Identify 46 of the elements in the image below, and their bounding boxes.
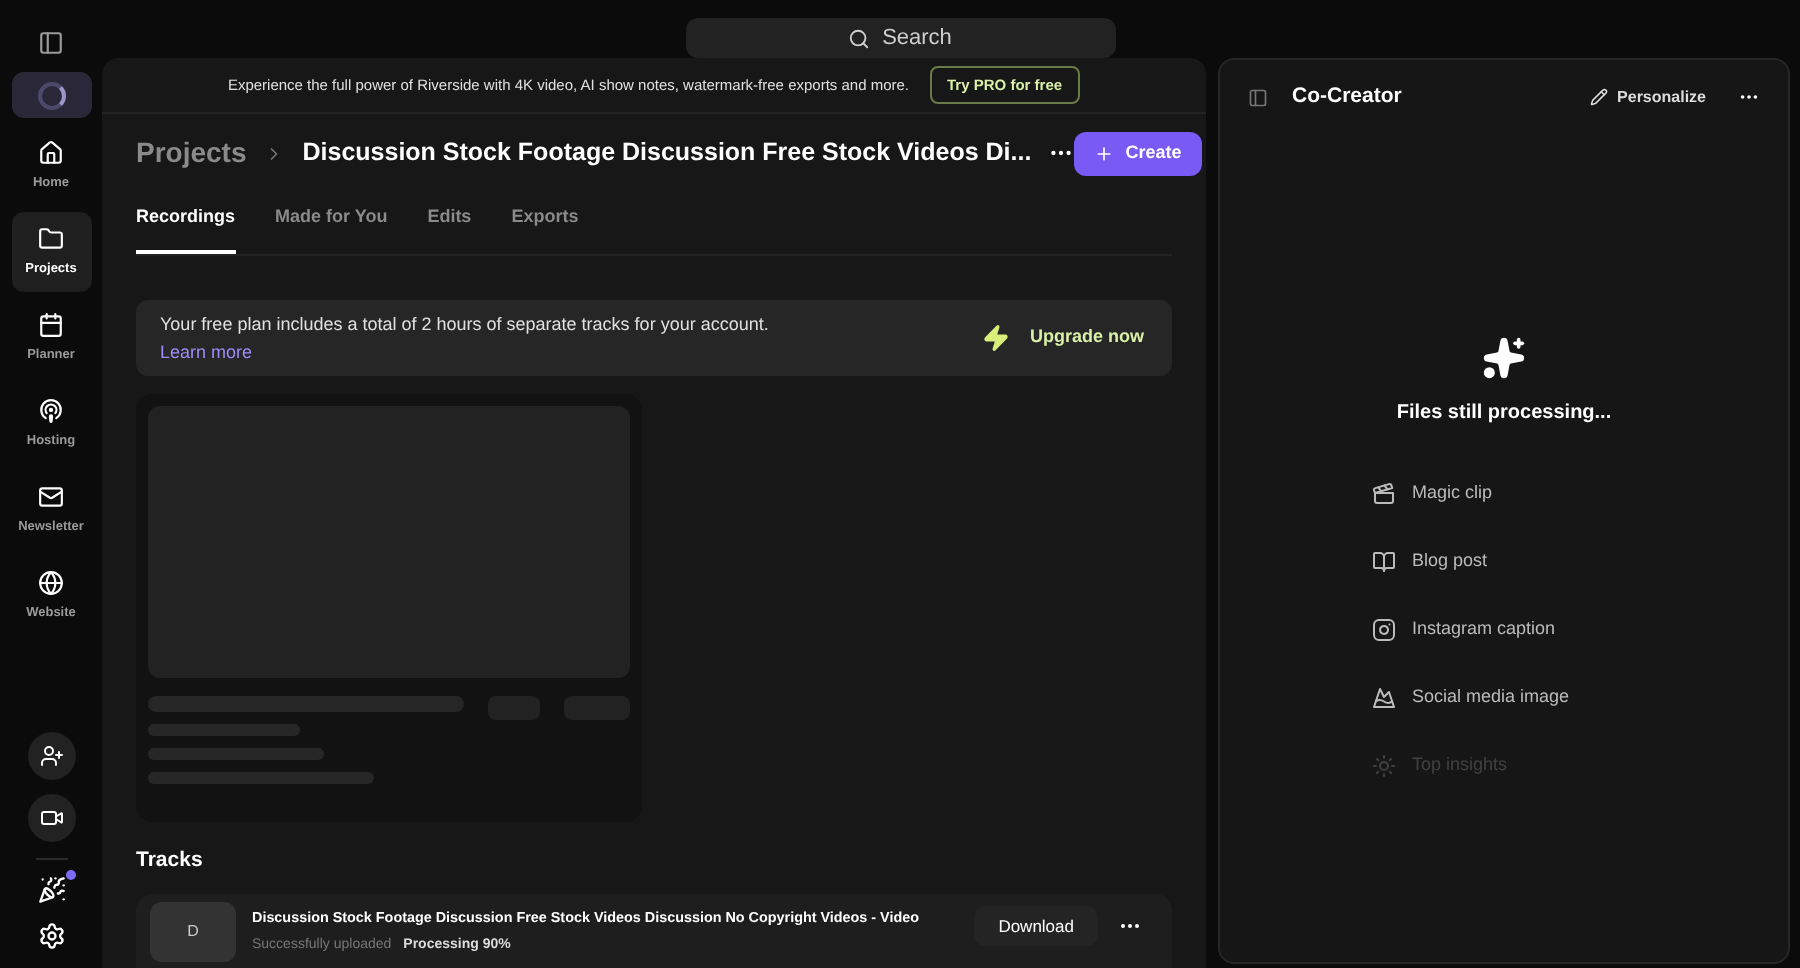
pencil-icon bbox=[1589, 88, 1608, 106]
search-field[interactable]: Search bbox=[685, 18, 1115, 58]
download-button[interactable]: Download bbox=[974, 906, 1098, 947]
book-icon bbox=[1372, 550, 1396, 574]
globe-icon bbox=[38, 569, 64, 596]
record-button[interactable] bbox=[27, 794, 75, 842]
image-icon bbox=[1372, 686, 1396, 710]
create-button[interactable]: Create bbox=[1073, 131, 1202, 175]
track-thumbnail: D bbox=[150, 902, 236, 963]
upgrade-button[interactable]: Upgrade now bbox=[1029, 323, 1144, 351]
podcast-icon bbox=[38, 397, 64, 424]
plus-icon bbox=[1093, 143, 1114, 163]
processing-message: Files still processing... bbox=[1396, 400, 1612, 428]
home-icon bbox=[38, 139, 64, 166]
loading-avatar[interactable] bbox=[11, 72, 91, 118]
panel-toggle-icon[interactable] bbox=[1248, 87, 1268, 107]
sidebar-toggle-icon[interactable] bbox=[38, 30, 64, 56]
section-title: Tracks bbox=[136, 845, 205, 875]
video-camera-icon bbox=[39, 806, 63, 830]
co-creator-item[interactable]: Blog post bbox=[1372, 546, 1788, 578]
personalize-button[interactable]: Personalize bbox=[1589, 85, 1706, 109]
project-title: Discussion Stock Footage Discussion Free Stock Videos Di... bbox=[302, 136, 1032, 171]
panel-title: Co-Creator bbox=[1292, 81, 1402, 112]
search-icon bbox=[848, 27, 871, 49]
clapperboard-icon bbox=[1372, 482, 1396, 506]
folder-icon bbox=[38, 225, 64, 252]
invite-button[interactable] bbox=[27, 732, 75, 780]
co-creator-item[interactable]: Magic clip bbox=[1372, 478, 1788, 510]
sun-icon bbox=[1372, 754, 1396, 778]
lightning-icon bbox=[981, 323, 1010, 351]
tab[interactable]: Made for You bbox=[275, 204, 388, 253]
camera-icon bbox=[1372, 618, 1396, 642]
tab[interactable]: Exports bbox=[511, 204, 579, 253]
envelope-icon bbox=[38, 483, 64, 510]
plan-notice-text: Your free plan includes a total of 2 hours of separate tracks for your account. Learn more bbox=[160, 311, 771, 365]
tab[interactable]: Edits bbox=[427, 204, 472, 253]
sparkles-icon bbox=[1482, 336, 1526, 380]
breadcrumb-link[interactable]: Projects bbox=[136, 132, 247, 174]
co-creator-item[interactable]: Instagram caption bbox=[1372, 614, 1788, 646]
settings-icon[interactable] bbox=[37, 922, 65, 950]
learn-more-link[interactable]: Learn more bbox=[160, 341, 253, 361]
calendar-icon bbox=[38, 311, 64, 338]
person-plus-icon bbox=[39, 744, 63, 768]
co-creator-item[interactable]: Social media image bbox=[1372, 682, 1788, 714]
party-popper-icon[interactable] bbox=[37, 876, 65, 904]
tab[interactable]: Recordings bbox=[136, 204, 236, 253]
